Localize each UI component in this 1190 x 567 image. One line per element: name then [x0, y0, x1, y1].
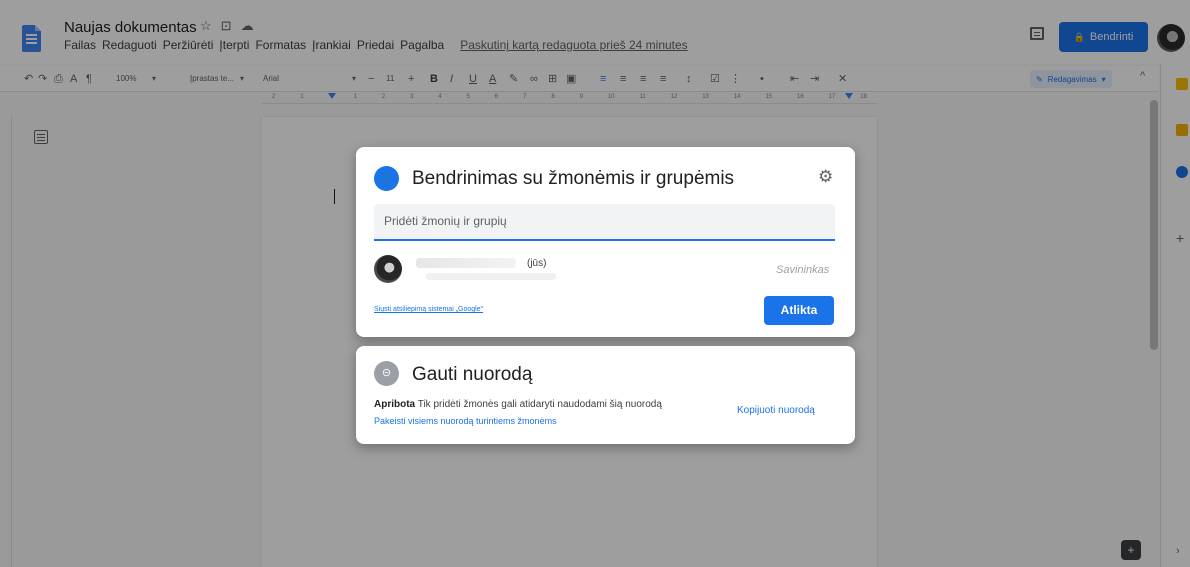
share-dialog: 👤 Bendrinimas su žmonėmis ir grupėmis ⚙ … [356, 147, 855, 337]
you-label: (jūs) [527, 258, 547, 269]
owner-role: Savininkas [776, 264, 830, 276]
owner-avatar [374, 255, 402, 283]
get-link-title: Gauti nuorodą [412, 364, 533, 385]
get-link-dialog[interactable]: ⊝ Gauti nuorodą Apribota Tik pridėti žmo… [356, 346, 855, 444]
share-dialog-title: Bendrinimas su žmonėmis ir grupėmis [412, 168, 735, 189]
add-people-input[interactable] [374, 204, 835, 241]
access-level: Apribota [374, 399, 416, 410]
access-text: Tik pridėti žmonės gali atidaryti naudod… [417, 399, 662, 410]
share-person-icon: 👤 [374, 166, 399, 191]
link-chain-icon: ⊝ [374, 361, 399, 386]
owner-email [426, 273, 556, 280]
owner-name [416, 258, 516, 268]
done-button[interactable]: Atlikta [764, 296, 834, 325]
copy-link-button[interactable]: Kopijuoti nuorodą [737, 405, 815, 416]
send-feedback-link[interactable]: Siųsti atsiliepimą sistemai „Google" [374, 306, 483, 313]
access-description: Apribota Tik pridėti žmonės gali atidary… [374, 399, 662, 410]
gear-icon[interactable]: ⚙ [818, 167, 833, 187]
change-access-link[interactable]: Pakeisti visiems nuorodą turintiems žmon… [374, 416, 557, 426]
